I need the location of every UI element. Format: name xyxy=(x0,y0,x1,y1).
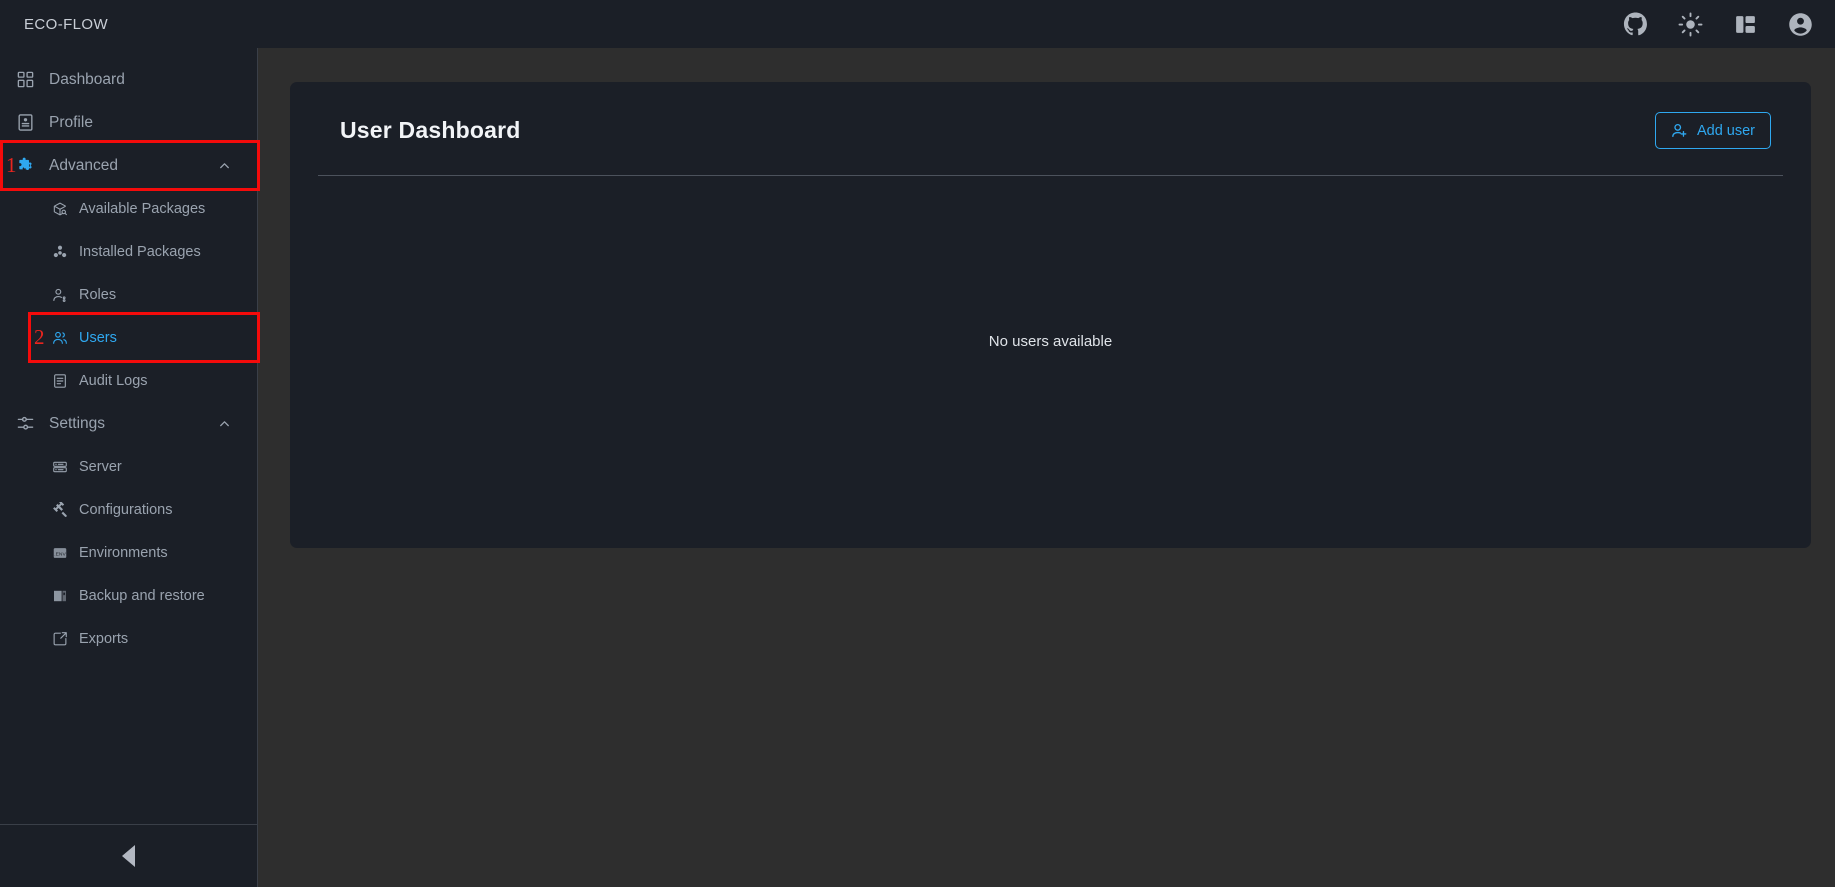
sidebar-item-server[interactable]: Server xyxy=(0,445,257,488)
advanced-puzzle-icon xyxy=(16,156,35,175)
main-content: User Dashboard Add user No users availab… xyxy=(259,48,1835,887)
sidebar-item-label: Advanced xyxy=(49,156,118,174)
chevron-up-icon[interactable] xyxy=(218,417,231,430)
export-share-icon xyxy=(52,631,68,647)
github-icon[interactable] xyxy=(1623,12,1648,37)
dashboard-grid-icon xyxy=(16,70,35,89)
package-search-icon xyxy=(52,201,68,217)
sidebar-item-available-packages[interactable]: Available Packages xyxy=(0,187,257,230)
users-group-icon xyxy=(52,330,68,346)
profile-card-icon xyxy=(16,113,35,132)
empty-state-message: No users available xyxy=(988,332,1113,350)
sidebar-item-installed-packages[interactable]: Installed Packages xyxy=(0,230,257,273)
sidebar-item-backup-and-restore[interactable]: Backup and restore xyxy=(0,574,257,617)
sidebar-item-label: Profile xyxy=(49,113,93,131)
sidebar: Dashboard Profile Advanced Available Packag… xyxy=(0,48,258,887)
sidebar-item-label: Users xyxy=(79,329,117,346)
sidebar-item-roles[interactable]: Roles xyxy=(0,273,257,316)
tools-wrench-icon xyxy=(52,501,68,518)
user-dashboard-card: User Dashboard Add user No users availab… xyxy=(290,82,1811,548)
env-file-icon: .ENV xyxy=(52,545,68,561)
sidebar-item-label: Server xyxy=(79,458,122,475)
sidebar-item-label: Settings xyxy=(49,414,106,432)
sidebar-item-label: Environments xyxy=(79,544,168,561)
sidebar-item-label: Exports xyxy=(79,630,129,647)
add-user-button[interactable]: Add user xyxy=(1654,112,1771,149)
sidebar-item-profile[interactable]: Profile xyxy=(0,101,257,144)
packages-stack-icon xyxy=(52,244,68,260)
sidebar-item-label: Configurations xyxy=(79,501,173,518)
layout-panels-icon[interactable] xyxy=(1733,12,1758,37)
card-header: User Dashboard Add user xyxy=(290,82,1811,149)
sidebar-item-advanced[interactable]: Advanced xyxy=(0,144,257,187)
sidebar-item-settings[interactable]: Settings xyxy=(0,402,257,445)
chevron-up-icon[interactable] xyxy=(218,159,231,172)
add-user-label: Add user xyxy=(1696,122,1755,139)
page-title: User Dashboard xyxy=(340,117,521,143)
server-icon xyxy=(52,459,68,475)
settings-sliders-icon xyxy=(16,414,35,433)
roles-person-icon xyxy=(52,287,68,303)
sidebar-item-exports[interactable]: Exports xyxy=(0,617,257,660)
sidebar-item-environments[interactable]: .ENV Environments xyxy=(0,531,257,574)
svg-text:.ENV: .ENV xyxy=(54,551,66,557)
sidebar-item-label: Installed Packages xyxy=(79,243,201,260)
sidebar-item-label: Dashboard xyxy=(49,70,125,88)
sidebar-item-users[interactable]: Users xyxy=(0,316,257,359)
backup-archive-icon xyxy=(52,588,68,604)
sidebar-item-label: Available Packages xyxy=(79,200,206,217)
sun-theme-icon[interactable] xyxy=(1678,12,1703,37)
top-header-bar: ECO-FLOW xyxy=(0,0,1835,48)
sidebar-item-dashboard[interactable]: Dashboard xyxy=(0,58,257,101)
sidebar-item-configurations[interactable]: Configurations xyxy=(0,488,257,531)
sidebar-item-label: Roles xyxy=(79,286,117,303)
collapse-sidebar-arrow-icon[interactable] xyxy=(122,845,135,867)
app-brand-title: ECO-FLOW xyxy=(24,15,109,33)
sidebar-item-label: Backup and restore xyxy=(79,587,205,604)
user-plus-icon xyxy=(1671,122,1688,139)
sidebar-nav: Dashboard Profile Advanced Available Packag… xyxy=(0,48,257,660)
sidebar-collapse-area[interactable] xyxy=(0,825,257,887)
sidebar-item-label: Audit Logs xyxy=(79,372,148,389)
user-account-icon[interactable] xyxy=(1788,12,1813,37)
audit-log-icon xyxy=(52,373,68,389)
sidebar-item-audit-logs[interactable]: Audit Logs xyxy=(0,359,257,402)
header-actions xyxy=(1623,12,1813,37)
